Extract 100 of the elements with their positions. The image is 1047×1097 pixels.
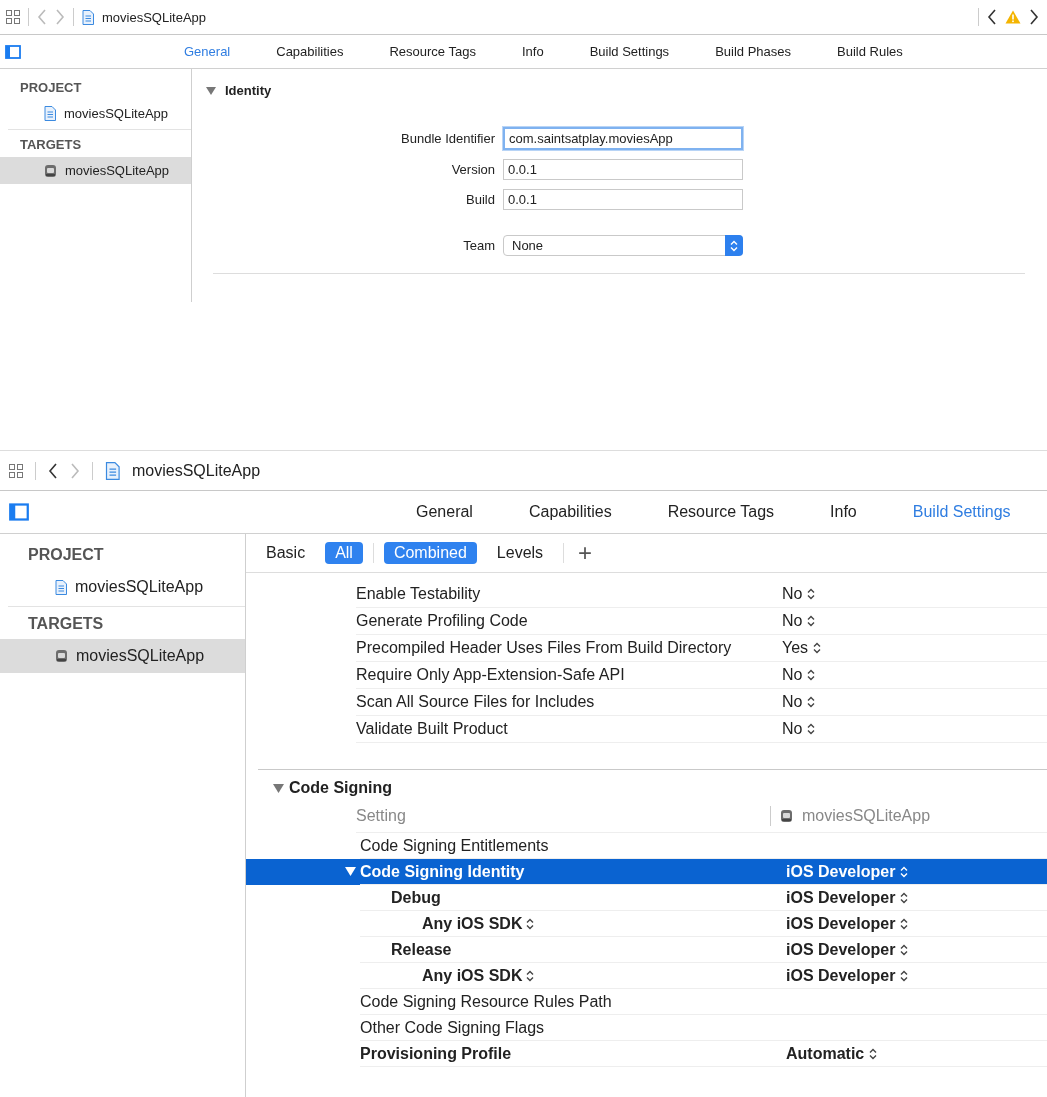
setting-row[interactable]: Code Signing Identity iOS Developer xyxy=(246,859,1047,885)
tab[interactable]: Resource Tags xyxy=(366,40,499,63)
sidebar-item[interactable]: moviesSQLiteApp xyxy=(0,570,245,604)
back-icon[interactable] xyxy=(48,462,58,479)
item-label: moviesSQLiteApp xyxy=(75,578,204,596)
item-label: moviesSQLiteApp xyxy=(64,106,169,121)
setting-name: Any iOS SDK xyxy=(422,966,523,985)
setting-name: Code Signing Resource Rules Path xyxy=(360,992,612,1011)
add-button[interactable]: + xyxy=(574,541,597,565)
tab[interactable]: Build Settings xyxy=(566,40,693,63)
stepper-icon xyxy=(807,588,816,600)
setting-name: Scan All Source Files for Includes xyxy=(356,693,596,711)
tab[interactable]: General xyxy=(161,40,254,63)
filter-button[interactable]: Basic xyxy=(256,542,316,564)
setting-name: Provisioning Profile xyxy=(360,1044,512,1063)
item-label: moviesSQLiteApp xyxy=(76,647,205,665)
setting-row[interactable]: Other Code Signing Flags xyxy=(246,1015,1047,1041)
stepper-icon xyxy=(526,917,535,930)
stepper-icon xyxy=(730,239,738,252)
disclosure-triangle-icon[interactable] xyxy=(206,85,216,96)
tab[interactable]: Info xyxy=(802,499,885,525)
file-icon xyxy=(105,461,120,480)
tab[interactable]: Capabilities xyxy=(500,499,640,525)
setting-name: Any iOS SDK xyxy=(422,914,523,933)
setting-name: Code Signing Identity xyxy=(360,862,525,881)
sidebar-heading: PROJECT xyxy=(19,79,83,97)
stepper-icon xyxy=(807,669,816,681)
file-icon xyxy=(44,106,56,121)
setting-value[interactable]: iOS Developer xyxy=(786,966,896,985)
stepper-icon xyxy=(900,891,909,904)
setting-value[interactable]: No xyxy=(782,693,803,711)
stepper-icon xyxy=(900,943,909,956)
tab[interactable]: Build Settings xyxy=(884,499,1039,525)
section-title: Code Signing xyxy=(289,779,393,797)
setting-name: Precompiled Header Uses Files From Build Directory xyxy=(356,639,733,657)
setting-value[interactable]: Automatic xyxy=(786,1044,865,1063)
tab[interactable]: Capabilities xyxy=(253,40,367,63)
sidebar-toggle-icon[interactable] xyxy=(5,44,21,59)
sidebar-item[interactable]: moviesSQLiteApp xyxy=(0,157,191,184)
grid-icon[interactable] xyxy=(9,463,23,478)
sidebar-toggle-icon[interactable] xyxy=(9,503,29,521)
setting-row[interactable]: Code Signing Resource Rules Path xyxy=(246,989,1047,1015)
text-field[interactable]: com.saintsatplay.moviesApp xyxy=(503,127,743,150)
disclosure-triangle-icon[interactable] xyxy=(345,866,356,877)
stepper-icon xyxy=(807,723,816,735)
setting-value[interactable]: iOS Developer xyxy=(786,914,896,933)
back-icon[interactable] xyxy=(987,9,997,25)
setting-row[interactable]: Provisioning Profile Automatic xyxy=(246,1041,1047,1067)
stepper-icon xyxy=(900,917,909,930)
setting-row[interactable]: Any iOS SDK iOS Developer xyxy=(246,911,1047,937)
stepper-icon xyxy=(869,1047,878,1060)
setting-value[interactable]: iOS Developer xyxy=(786,888,896,907)
stepper-icon xyxy=(807,615,816,627)
setting-value[interactable]: No xyxy=(782,612,803,630)
forward-icon[interactable] xyxy=(1029,9,1039,25)
setting-value[interactable]: No xyxy=(782,666,803,684)
setting-row[interactable]: Any iOS SDK iOS Developer xyxy=(246,963,1047,989)
tab[interactable]: Build Rules xyxy=(814,40,926,63)
tab[interactable]: Info xyxy=(498,40,567,63)
tab[interactable]: General xyxy=(388,499,501,525)
disclosure-triangle-icon[interactable] xyxy=(273,782,284,794)
app-icon xyxy=(44,163,57,178)
tab[interactable]: Resource Tags xyxy=(639,499,803,525)
setting-name: Release xyxy=(391,940,452,959)
setting-row[interactable]: Release iOS Developer xyxy=(246,937,1047,963)
setting-name: Debug xyxy=(391,888,441,907)
text-field[interactable]: 0.0.1 xyxy=(503,159,743,180)
field-label: Version xyxy=(450,162,495,177)
setting-value[interactable]: iOS Developer xyxy=(786,862,896,881)
app-icon xyxy=(55,649,68,663)
sidebar-item[interactable]: moviesSQLiteApp xyxy=(0,639,245,673)
tab[interactable]: Build Phases xyxy=(692,40,814,63)
section-title: Identity xyxy=(225,83,272,98)
stepper-icon xyxy=(900,865,909,878)
setting-row[interactable]: Debug iOS Developer xyxy=(246,885,1047,911)
stepper-icon xyxy=(807,696,816,708)
setting-name: Other Code Signing Flags xyxy=(360,1018,545,1037)
file-title: moviesSQLiteApp xyxy=(132,461,261,480)
text-field[interactable]: 0.0.1 xyxy=(503,189,743,210)
sidebar-heading: TARGETS xyxy=(27,614,105,634)
setting-value[interactable]: iOS Developer xyxy=(786,940,896,959)
file-icon xyxy=(82,9,94,25)
file-title: moviesSQLiteApp xyxy=(102,9,207,25)
setting-value[interactable]: Yes xyxy=(782,639,809,657)
popup-button[interactable]: None xyxy=(503,235,743,256)
setting-name: Validate Built Product xyxy=(356,720,509,738)
file-icon xyxy=(55,579,67,595)
column-header: Setting xyxy=(356,807,407,825)
sidebar-item[interactable]: moviesSQLiteApp xyxy=(0,100,191,127)
setting-value[interactable]: No xyxy=(782,585,803,603)
filter-button[interactable]: Levels xyxy=(486,542,554,564)
setting-name: Generate Profiling Code xyxy=(356,612,529,630)
setting-value[interactable]: No xyxy=(782,720,803,738)
grid-icon[interactable] xyxy=(6,10,20,24)
setting-name: Code Signing Entitlements xyxy=(360,836,549,855)
setting-name: Enable Testability xyxy=(356,585,482,603)
filter-button[interactable]: Combined xyxy=(383,542,477,564)
stepper-icon xyxy=(900,969,909,982)
stepper-icon xyxy=(813,642,822,654)
filter-button[interactable]: All xyxy=(325,542,363,564)
